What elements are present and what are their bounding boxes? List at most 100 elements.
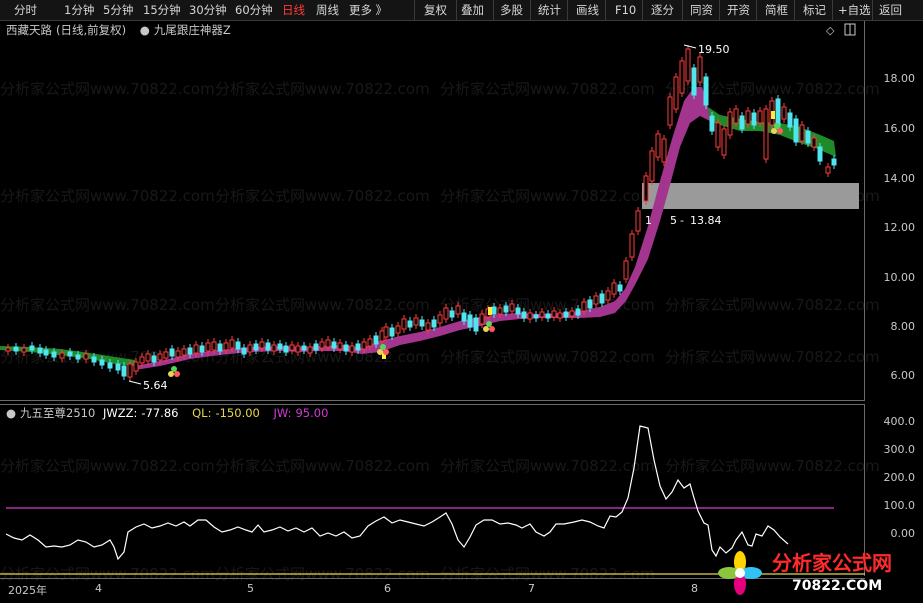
candle-down xyxy=(617,284,623,292)
candle-down xyxy=(241,347,247,355)
candle-down xyxy=(599,293,605,304)
candle-down xyxy=(817,146,823,162)
candle-down xyxy=(473,317,479,332)
tab-5min[interactable]: 5分钟 xyxy=(103,0,133,20)
tab-60min[interactable]: 60分钟 xyxy=(235,0,273,20)
candle-down xyxy=(703,76,709,106)
candle-up xyxy=(163,351,169,359)
candle-up xyxy=(479,313,485,325)
fuquan-button[interactable]: 复权 xyxy=(424,0,447,20)
y-tick: 16.00 xyxy=(883,122,916,135)
candle-up xyxy=(581,301,587,312)
candle-down xyxy=(151,355,157,363)
candle-up xyxy=(259,341,265,349)
candle-down xyxy=(121,365,127,377)
tab-30min[interactable]: 30分钟 xyxy=(189,0,227,20)
main-y-axis: 18.00 16.00 14.00 12.00 10.00 8.00 6.00 xyxy=(866,21,923,401)
candle-up xyxy=(205,342,211,352)
mark-button[interactable]: 标记 xyxy=(803,0,826,20)
candle-down xyxy=(277,343,283,350)
tick-button[interactable]: 逐分 xyxy=(651,0,674,20)
candle-down xyxy=(115,363,121,371)
overlay-button[interactable]: 叠加 xyxy=(461,0,484,20)
candle-down xyxy=(739,115,745,130)
candle-down xyxy=(491,306,497,315)
candle-down xyxy=(37,347,43,354)
candle-down xyxy=(13,346,19,352)
candle-up xyxy=(527,312,533,320)
svg-text:-: - xyxy=(680,214,684,227)
candle-down xyxy=(29,345,35,351)
y-tick: 100.0 xyxy=(883,499,916,512)
candle-up xyxy=(175,350,181,358)
candle-down xyxy=(331,341,337,349)
tab-15min[interactable]: 15分钟 xyxy=(143,0,181,20)
candle-down xyxy=(235,341,241,350)
candle-up xyxy=(455,305,461,315)
main-chart-panel[interactable]: 西藏天路 (日线,前复权) ● 九尾跟庄神器Z 19.50 5.64 1 5 -… xyxy=(0,21,865,401)
candles-group xyxy=(5,45,837,381)
candle-up xyxy=(605,290,611,301)
candle-up xyxy=(413,317,419,326)
signal-candle xyxy=(771,111,775,119)
open-capital-button[interactable]: 开资 xyxy=(727,0,750,20)
period-toolbar: 分时 1分钟 5分钟 15分钟 30分钟 60分钟 日线 周线 更多 》 复权 … xyxy=(0,0,923,21)
tab-1min[interactable]: 1分钟 xyxy=(64,0,94,20)
statistics-button[interactable]: 统计 xyxy=(538,0,561,20)
candle-up xyxy=(133,361,139,372)
candle-up xyxy=(229,339,235,349)
candle-down xyxy=(355,343,361,351)
candle-up xyxy=(349,345,355,353)
candle-up xyxy=(629,233,635,258)
candle-up xyxy=(83,353,89,360)
candle-down xyxy=(253,343,259,351)
candle-down xyxy=(467,314,473,328)
candle-up xyxy=(825,166,831,174)
x-tick: 8 xyxy=(691,582,698,595)
candle-up xyxy=(193,344,199,354)
candle-up xyxy=(145,353,151,362)
candle-up xyxy=(157,353,163,361)
candle-down xyxy=(91,356,97,363)
candle-down xyxy=(533,314,539,319)
tab-weekly[interactable]: 周线 xyxy=(316,0,339,20)
candle-up xyxy=(139,356,145,364)
candle-up xyxy=(319,341,325,349)
back-button[interactable]: 返回 xyxy=(879,0,902,20)
candle-down xyxy=(199,345,205,353)
candle-up xyxy=(247,344,253,353)
candle-up xyxy=(443,307,449,320)
y-tick: 300.0 xyxy=(883,443,916,456)
candle-up xyxy=(655,133,661,158)
candle-down xyxy=(545,313,551,319)
candle-down xyxy=(575,308,581,316)
candle-up xyxy=(295,345,301,353)
candle-up xyxy=(727,111,733,136)
x-tick: 7 xyxy=(528,582,535,595)
simple-frame-button[interactable]: 简框 xyxy=(765,0,788,20)
tab-more[interactable]: 更多 》 xyxy=(349,0,387,20)
same-capital-button[interactable]: 同资 xyxy=(690,0,713,20)
candle-up xyxy=(661,138,667,163)
candle-up xyxy=(383,326,389,338)
candle-down xyxy=(51,351,57,358)
candle-down xyxy=(217,343,223,352)
band-price-label: 13.84 xyxy=(690,214,722,227)
add-watchlist-button[interactable]: +自选 xyxy=(838,0,871,20)
candle-up xyxy=(539,311,545,318)
candle-down xyxy=(515,307,521,315)
f10-button[interactable]: F10 xyxy=(615,0,636,20)
candle-up xyxy=(395,325,401,334)
tab-daily[interactable]: 日线 xyxy=(282,0,305,20)
candle-up xyxy=(763,108,769,160)
y-tick: 6.00 xyxy=(890,369,916,382)
candle-down xyxy=(587,299,593,309)
candle-down xyxy=(75,354,81,360)
draw-line-button[interactable]: 画线 xyxy=(576,0,599,20)
candle-down xyxy=(43,349,49,356)
multi-stock-button[interactable]: 多股 xyxy=(500,0,523,20)
candle-up xyxy=(593,295,599,305)
candle-up xyxy=(21,347,27,353)
candle-down xyxy=(265,342,271,351)
tab-fenshi[interactable]: 分时 xyxy=(14,0,37,20)
